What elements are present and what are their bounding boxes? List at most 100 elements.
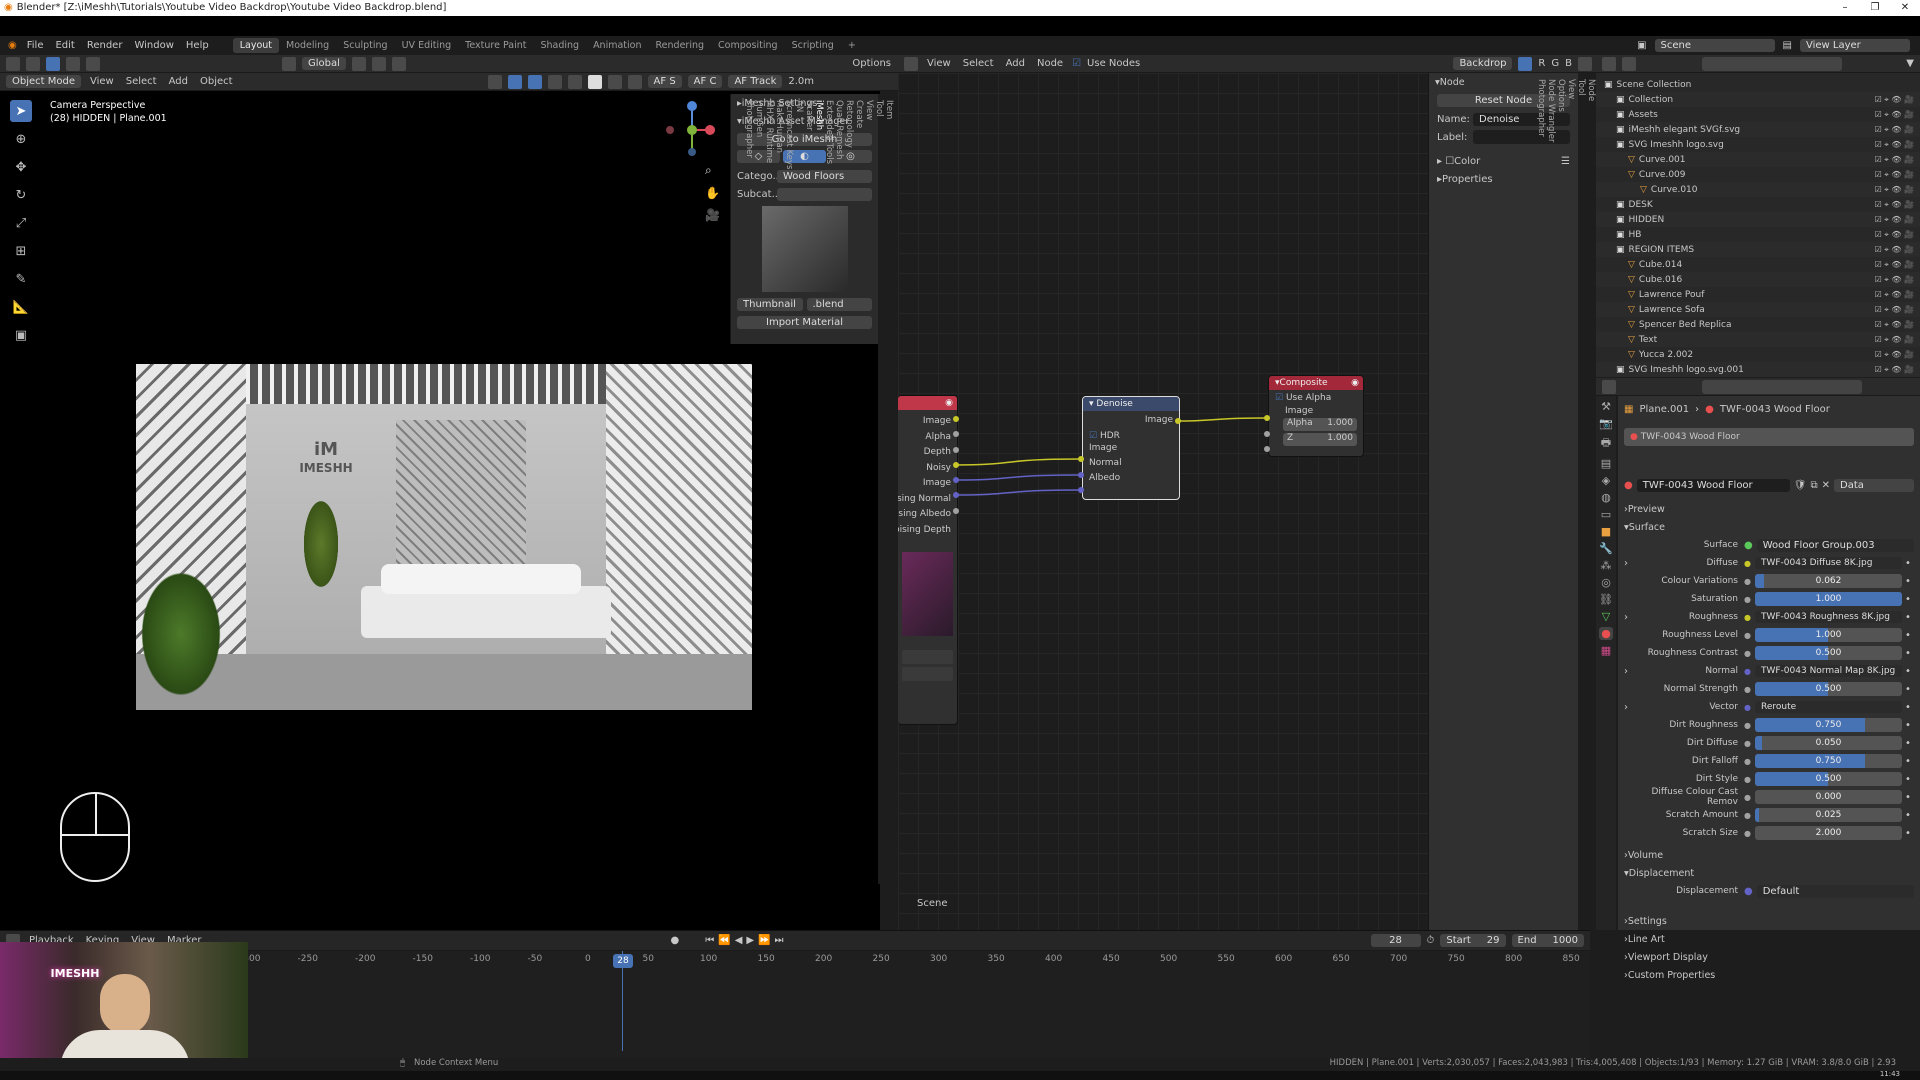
keyframe-dot-icon[interactable]: • [1902, 666, 1914, 677]
shading-render-icon[interactable] [627, 74, 642, 89]
outliner-row[interactable]: ▣ DESK ☑ ⌖ 👁 🎥 [1596, 197, 1920, 212]
node-menu-add[interactable]: Add [1003, 58, 1028, 69]
keyframe-dot-icon[interactable]: • [1902, 684, 1914, 695]
tab-create[interactable]: Create [854, 94, 864, 884]
outliner-row[interactable]: ▽ Curve.001 ☑ ⌖ 👁 🎥 [1596, 152, 1920, 167]
visibility-toggle-icon[interactable]: ☑ ⌖ 👁 🎥 [1875, 155, 1920, 165]
visibility-toggle-icon[interactable]: ☑ ⌖ 👁 🎥 [1875, 350, 1920, 360]
input-socket-icon[interactable]: ● [1744, 577, 1751, 586]
visibility-toggle-icon[interactable]: ☑ ⌖ 👁 🎥 [1875, 95, 1920, 105]
outliner-row[interactable]: ▽ Lawrence Sofa ☑ ⌖ 👁 🎥 [1596, 302, 1920, 317]
visibility-toggle-icon[interactable]: ☑ ⌖ 👁 🎥 [1875, 335, 1920, 345]
scene-tab-icon[interactable]: ◈ [1602, 474, 1610, 487]
outliner-row[interactable]: ▽ Yucca 2.002 ☑ ⌖ 👁 🎥 [1596, 347, 1920, 362]
texture-tab-icon[interactable]: ▦ [1601, 644, 1611, 657]
transform-orientation-dropdown[interactable]: Global [302, 57, 346, 70]
tab-tool[interactable]: Tool [874, 94, 884, 884]
linked-texture-field[interactable]: TWF-0043 Normal Map 8K.jpg [1754, 665, 1902, 677]
unlink-material-icon[interactable]: ✕ [1822, 480, 1830, 491]
value-slider[interactable]: 2.000 [1754, 826, 1902, 840]
scene-selector[interactable]: Scene [1654, 39, 1775, 52]
outliner-row[interactable]: ▣ Collection ☑ ⌖ 👁 🎥 [1596, 92, 1920, 107]
outliner-row[interactable]: ▣ SVG Imeshh logo.svg.001 ☑ ⌖ 👁 🎥 [1596, 362, 1920, 377]
tab-quad-remesh[interactable]: Quad Remesh [834, 94, 844, 884]
duplicate-material-icon[interactable]: ⧉ [1810, 480, 1817, 491]
move-tool-icon[interactable]: ✥ [10, 156, 32, 178]
backdrop-channels-icon[interactable] [1518, 56, 1533, 71]
sidebar-tab-tool[interactable]: Tool [1576, 73, 1586, 930]
input-socket-icon[interactable]: ● [1744, 685, 1751, 694]
input-socket-icon[interactable]: ● [1744, 793, 1751, 802]
menu-window[interactable]: Window [128, 40, 179, 51]
visibility-icon[interactable] [487, 74, 502, 89]
playback-controls-icon[interactable]: ⏮⏪◀▶⏩⏭ [705, 935, 787, 946]
preview-range-icon[interactable]: ⏱ [1427, 935, 1435, 946]
tab-scatter[interactable]: Scatter [804, 94, 814, 884]
line-art-panel-header[interactable]: › Line Art [1624, 930, 1914, 948]
outliner-row[interactable]: ▣ Assets ☑ ⌖ 👁 🎥 [1596, 107, 1920, 122]
transform-tool-icon[interactable]: ⊞ [10, 240, 32, 262]
outliner-row[interactable]: ▽ Cube.014 ☑ ⌖ 👁 🎥 [1596, 257, 1920, 272]
sidebar-tab-node[interactable]: Node [1586, 73, 1596, 930]
visibility-toggle-icon[interactable]: ☑ ⌖ 👁 🎥 [1875, 170, 1920, 180]
menu-add[interactable]: Add [166, 76, 191, 87]
zoom-icon[interactable]: ⌕ [705, 163, 720, 178]
auto-key-icon[interactable]: ● [671, 935, 680, 946]
xray-icon[interactable] [547, 74, 562, 89]
select-box-icon[interactable] [26, 56, 40, 71]
surface-panel-header[interactable]: ▾ Surface [1624, 518, 1914, 536]
tab-compositing[interactable]: Compositing [711, 38, 785, 53]
physics-tab-icon[interactable]: ◎ [1601, 576, 1611, 589]
outliner-row[interactable]: ▣ HIDDEN ☑ ⌖ 👁 🎥 [1596, 212, 1920, 227]
preview-panel-header[interactable]: › Preview [1624, 500, 1914, 518]
start-frame-field[interactable]: Start 29 [1440, 934, 1506, 947]
measure-tool-icon[interactable]: 📐 [10, 296, 32, 318]
outliner-row[interactable]: ▽ Lawrence Pouf ☑ ⌖ 👁 🎥 [1596, 287, 1920, 302]
add-cube-tool-icon[interactable]: ▣ [10, 324, 32, 346]
minimize-button[interactable]: – [1830, 0, 1860, 16]
options-dropdown[interactable]: Options [849, 58, 894, 69]
channel-b[interactable]: B [1565, 58, 1572, 69]
object-tab-icon[interactable]: ■ [1601, 525, 1611, 538]
outliner-row[interactable]: ▣ Scene Collection [1596, 77, 1920, 92]
keyframe-dot-icon[interactable]: • [1902, 630, 1914, 641]
particles-tab-icon[interactable]: ⁂ [1601, 559, 1612, 572]
outliner-row[interactable]: ▽ Cube.016 ☑ ⌖ 👁 🎥 [1596, 272, 1920, 287]
expand-arrow-icon[interactable]: › [1624, 612, 1638, 623]
render-layers-scene-field[interactable] [902, 650, 953, 664]
keyframe-dot-icon[interactable]: • [1902, 612, 1914, 623]
cursor-tool-icon[interactable]: ⊕ [10, 128, 32, 150]
end-frame-field[interactable]: End 1000 [1511, 934, 1584, 947]
proportional-edit-icon[interactable] [391, 56, 406, 71]
displacement-field[interactable]: Default [1756, 884, 1914, 898]
scale-tool-icon[interactable]: ⤢ [10, 212, 32, 234]
keyframe-dot-icon[interactable]: • [1902, 648, 1914, 659]
tab-texture-paint[interactable]: Texture Paint [458, 38, 533, 53]
input-socket-icon[interactable]: ● [1744, 721, 1751, 730]
add-workspace-button[interactable]: + [841, 38, 863, 53]
use-nodes-checkbox-icon[interactable]: ☑ [1072, 58, 1081, 69]
linked-texture-field[interactable]: TWF-0043 Roughness 8K.jpg [1754, 611, 1902, 623]
tab-uv-editing[interactable]: UV Editing [395, 38, 459, 53]
visibility-toggle-icon[interactable]: ☑ ⌖ 👁 🎥 [1875, 275, 1920, 285]
keyframe-dot-icon[interactable]: • [1902, 738, 1914, 749]
outliner-row[interactable]: ▽ Spencer Bed Replica ☑ ⌖ 👁 🎥 [1596, 317, 1920, 332]
material-tab-icon[interactable]: ● [1599, 627, 1613, 640]
expand-arrow-icon[interactable]: › [1624, 558, 1638, 569]
linked-texture-field[interactable]: TWF-0043 Diffuse 8K.jpg [1754, 557, 1902, 569]
value-slider[interactable]: 0.050 [1754, 736, 1902, 750]
tab-view[interactable]: View [864, 94, 874, 884]
channel-r[interactable]: R [1538, 58, 1545, 69]
tab-scripting[interactable]: Scripting [785, 38, 841, 53]
input-socket-icon[interactable]: ● [1744, 775, 1751, 784]
visibility-toggle-icon[interactable]: ☑ ⌖ 👁 🎥 [1875, 200, 1920, 210]
view-layer-tab-icon[interactable]: ▤ [1601, 457, 1611, 470]
displacement-panel-header[interactable]: ▾ Displacement [1624, 864, 1914, 882]
value-slider[interactable]: 0.025 [1754, 808, 1902, 822]
keyframe-dot-icon[interactable]: • [1902, 594, 1914, 605]
value-slider[interactable]: 0.750 [1754, 718, 1902, 732]
sidebar-tab-view[interactable]: View [1566, 73, 1576, 930]
input-socket-icon[interactable]: ● [1744, 595, 1751, 604]
viewport-display-panel-header[interactable]: › Viewport Display [1624, 948, 1914, 966]
output-tab-icon[interactable]: 🖶 [1601, 434, 1611, 453]
